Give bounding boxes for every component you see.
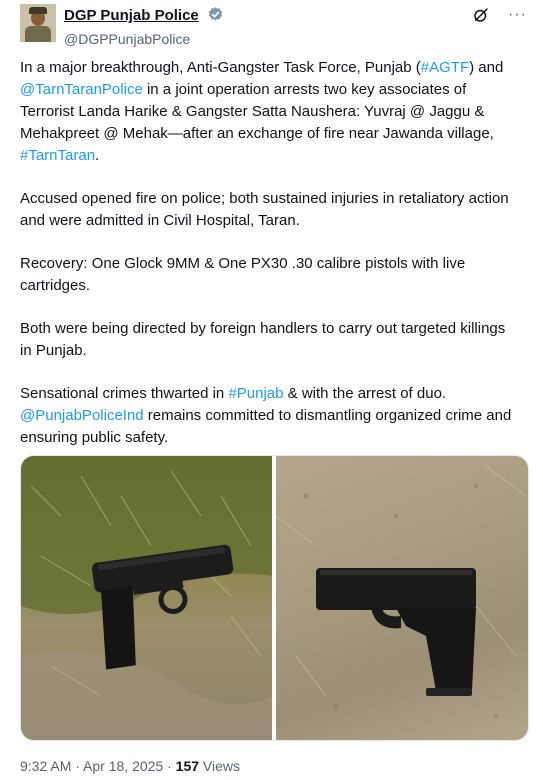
tweet-time[interactable]: 9:32 AM [20,758,71,774]
verified-badge-icon [207,6,224,28]
avatar-body-shape [25,26,51,42]
hashtag-agtf-link[interactable]: #AGTF [421,59,469,76]
tweet-paragraph-5: Sensational crimes thwarted in #Punjab &… [20,383,520,449]
tweet-paragraph-2: Accused opened fire on police; both sust… [20,190,509,229]
text-segment: In a major breakthrough, Anti-Gangster T… [20,59,421,76]
tweet-text: In a major breakthrough, Anti-Gangster T… [20,57,520,470]
tweet-paragraph-3: Recovery: One Glock 9MM & One PX30 .30 c… [20,255,466,294]
meta-separator: · [163,758,176,774]
tweet-meta: 9:32 AM · Apr 18, 2025 · 157 Views [20,758,240,774]
author-names: DGP Punjab Police @DGPPunjabPolice [64,6,224,47]
hashtag-punjab-link[interactable]: #Punjab [228,385,283,402]
photo-glock-on-soil[interactable] [276,456,528,740]
media-grid [20,455,529,741]
hashtag-tarntaran-link[interactable]: #TarnTaran [20,147,95,164]
meta-separator: · [71,758,84,774]
text-segment: & with the arrest of duo. [283,385,447,402]
mention-tarntaranpolice-link[interactable]: @TarnTaranPolice [20,81,143,98]
views-count: 157 [175,758,200,774]
grok-icon[interactable] [472,6,490,24]
avatar[interactable] [20,4,56,42]
tweet-paragraph-1: In a major breakthrough, Anti-Gangster T… [20,57,520,167]
tweet-paragraph-4: Both were being directed by foreign hand… [20,320,506,359]
text-segment: . [95,147,100,164]
mention-punjabpoliceind-link[interactable]: @PunjabPoliceInd [20,407,144,424]
tweet-date[interactable]: Apr 18, 2025 [83,758,163,774]
author-handle[interactable]: @DGPPunjabPolice [64,31,224,47]
avatar-cap-shape [29,7,47,14]
tweet-header: DGP Punjab Police @DGPPunjabPolice ··· [20,4,527,47]
header-actions: ··· [472,6,527,24]
more-options-icon[interactable]: ··· [508,7,527,23]
text-segment: ) and [469,59,504,76]
photo-pistol-on-grass[interactable] [21,456,272,740]
text-segment: Sensational crimes thwarted in [20,385,229,402]
author-display-name[interactable]: DGP Punjab Police [64,7,199,24]
views-label: Views [199,758,241,774]
